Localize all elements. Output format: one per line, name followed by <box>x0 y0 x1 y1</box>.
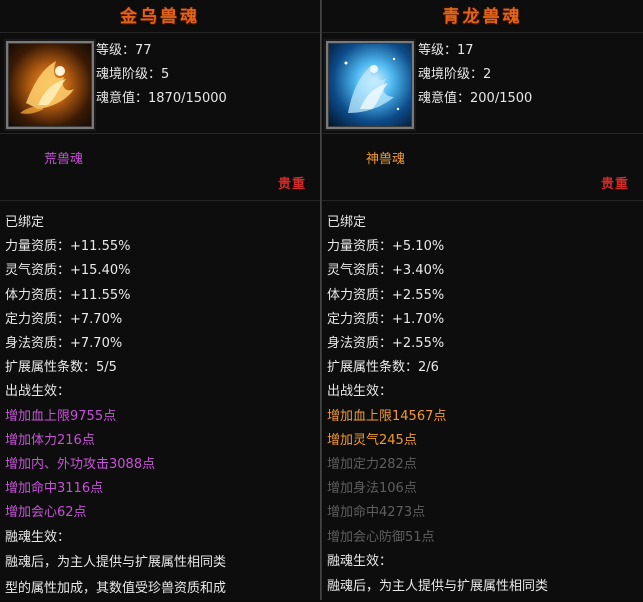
golden-crow-icon[interactable] <box>6 41 94 129</box>
effect-item: 增加灵气245点 <box>327 432 417 448</box>
attribute-agility: 身法资质：+2.55% <box>327 336 445 352</box>
inactive-effect-item: 增加定力282点 <box>327 457 417 473</box>
merge-effect-heading: 融魂生效： <box>327 553 393 569</box>
beast-soul-panel-right: 青龙兽魂 等级：17 魂境阶级：2 魂意值：200/1500 神兽魂 贵重 已绑… <box>322 0 643 600</box>
beast-soul-title: 青龙兽魂 <box>442 7 523 27</box>
attribute-stamina: 体力资质：+11.55% <box>5 287 131 303</box>
beast-soul-stats: 等级：77 魂境阶级：5 魂意值：1870/15000 <box>96 39 227 111</box>
attribute-focus: 定力资质：+7.70% <box>5 311 123 327</box>
level-text: 等级：17 <box>418 43 474 58</box>
section-divider <box>322 200 643 201</box>
attribute-agility: 身法资质：+7.70% <box>5 336 123 352</box>
merge-description-line: 融魂后，为主人提供与扩展属性相同类 <box>327 579 549 595</box>
inactive-effect-item: 增加会心防御51点 <box>327 529 435 545</box>
extend-attribute-count: 扩展属性条数：5/5 <box>5 360 117 376</box>
beast-soul-panel-left: 金乌兽魂 等级：77 魂境阶级：5 魂意值：1870/15000 荒兽魂 贵重 … <box>0 0 320 600</box>
soul-type-label: 荒兽魂 <box>44 152 84 167</box>
soul-value-text: 魂意值：200/1500 <box>418 91 533 106</box>
beast-soul-details: 已绑定 力量资质：+5.10% 灵气资质：+3.40% 体力资质：+2.55% … <box>327 211 643 600</box>
soul-type-label: 神兽魂 <box>366 152 406 167</box>
azure-dragon-icon[interactable] <box>326 41 414 129</box>
effect-item: 增加体力216点 <box>5 432 95 448</box>
merge-description-line: 型的属性加成，其数值受珍兽资质和成 <box>5 580 227 596</box>
beast-soul-title: 金乌兽魂 <box>120 7 200 27</box>
battle-effect-heading: 出战生效： <box>327 384 393 400</box>
attribute-spirit: 灵气资质：+15.40% <box>5 263 131 279</box>
beast-soul-stats: 等级：17 魂境阶级：2 魂意值：200/1500 <box>418 39 532 111</box>
attribute-strength: 力量资质：+11.55% <box>5 239 131 255</box>
level-text: 等级：77 <box>96 43 152 58</box>
beast-soul-header: 等级：17 魂境阶级：2 魂意值：200/1500 <box>322 32 643 134</box>
section-divider <box>0 200 320 201</box>
attribute-strength: 力量资质：+5.10% <box>327 239 445 255</box>
effect-item: 增加血上限14567点 <box>327 408 447 424</box>
effect-item: 增加会心62点 <box>5 505 87 521</box>
attribute-stamina: 体力资质：+2.55% <box>327 287 445 303</box>
bound-status: 已绑定 <box>327 215 367 230</box>
bound-status: 已绑定 <box>5 215 45 230</box>
effect-item: 增加血上限9755点 <box>5 408 117 424</box>
attribute-spirit: 灵气资质：+3.40% <box>327 263 445 279</box>
realm-text: 魂境阶级：5 <box>96 67 170 82</box>
attribute-focus: 定力资质：+1.70% <box>327 311 445 327</box>
inactive-effect-item: 增加身法106点 <box>327 481 417 497</box>
beast-soul-details: 已绑定 力量资质：+11.55% 灵气资质：+15.40% 体力资质：+11.5… <box>5 211 320 602</box>
merge-description-line: 融魂后，为主人提供与扩展属性相同类 <box>5 554 227 570</box>
effect-item: 增加内、外功攻击3088点 <box>5 457 156 473</box>
soul-value-text: 魂意值：1870/15000 <box>96 91 227 106</box>
beast-soul-header: 等级：77 魂境阶级：5 魂意值：1870/15000 <box>0 32 320 134</box>
effect-item: 增加命中3116点 <box>5 481 104 497</box>
rarity-label: 贵重 <box>277 177 306 192</box>
rarity-label: 贵重 <box>600 177 629 192</box>
merge-effect-heading: 融魂生效： <box>5 529 71 545</box>
battle-effect-heading: 出战生效： <box>5 384 71 400</box>
extend-attribute-count: 扩展属性条数：2/6 <box>327 360 439 376</box>
realm-text: 魂境阶级：2 <box>418 67 492 82</box>
inactive-effect-item: 增加命中4273点 <box>327 505 426 521</box>
